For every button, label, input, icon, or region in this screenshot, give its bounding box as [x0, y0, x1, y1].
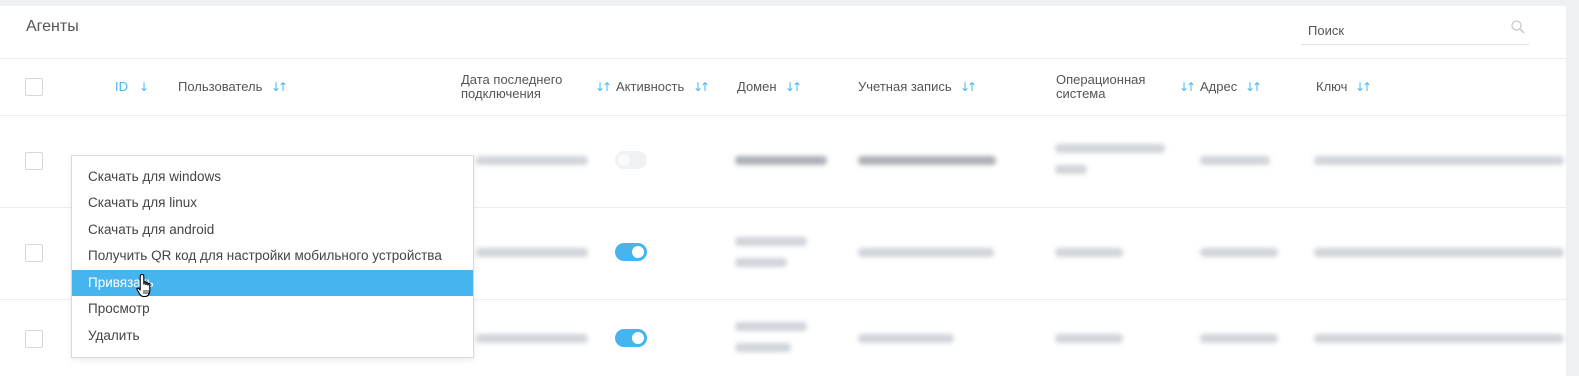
column-header-label: Ключ	[1316, 79, 1348, 94]
menu-item-get-qr-code[interactable]: Получить QR код для настройки мобильного…	[72, 243, 473, 269]
sort-toggle-icon[interactable]: ↓↑	[1245, 80, 1262, 94]
redacted-os	[1055, 165, 1087, 174]
divider	[0, 58, 1566, 59]
column-header-label: Учетная запись	[858, 79, 952, 94]
page-title: Агенты	[26, 18, 79, 35]
sort-desc-icon[interactable]: ↓	[139, 80, 149, 94]
redacted-account	[858, 334, 954, 343]
hand-pointer-icon	[136, 273, 151, 298]
column-header-label: Дата последнего	[461, 72, 563, 87]
sort-toggle-icon[interactable]: ↓↑	[693, 80, 710, 94]
redacted-address	[1200, 248, 1278, 257]
right-gutter	[1566, 0, 1579, 376]
redacted-key	[1314, 248, 1564, 257]
redacted-last-connection	[476, 156, 588, 165]
column-header-label: Адрес	[1200, 79, 1238, 94]
redacted-last-connection	[476, 334, 588, 343]
row-checkbox[interactable]	[25, 244, 43, 262]
redacted-key	[1314, 334, 1564, 343]
redacted-domain	[735, 343, 791, 352]
search-icon[interactable]	[1510, 19, 1526, 35]
column-header-label: система	[1056, 86, 1106, 101]
agent-context-menu: Скачать для windows Скачать для linux Ск…	[71, 155, 474, 358]
column-header-label: подключения	[461, 86, 541, 101]
column-header-label: Домен	[737, 79, 777, 94]
sort-toggle-icon[interactable]: ↓↑	[271, 80, 288, 94]
sort-toggle-icon[interactable]: ↓↑	[1355, 80, 1372, 94]
menu-item-download-windows[interactable]: Скачать для windows	[72, 164, 473, 190]
redacted-domain	[735, 258, 787, 267]
redacted-os	[1055, 144, 1165, 153]
row-checkbox[interactable]	[25, 152, 43, 170]
sort-toggle-icon[interactable]: ↓↑	[960, 80, 977, 94]
redacted-os	[1055, 334, 1123, 343]
redacted-key	[1314, 156, 1564, 165]
menu-item-delete[interactable]: Удалить	[72, 323, 473, 349]
search-box	[1301, 15, 1529, 45]
sort-toggle-icon[interactable]: ↓↑	[1179, 80, 1196, 94]
redacted-last-connection	[476, 248, 588, 257]
redacted-domain	[735, 322, 807, 331]
redacted-account	[858, 248, 994, 257]
activity-toggle[interactable]	[615, 243, 647, 261]
column-header-label: ID	[115, 79, 128, 94]
redacted-domain	[735, 237, 807, 246]
redacted-address	[1200, 334, 1278, 343]
activity-toggle[interactable]	[615, 329, 647, 347]
menu-item-download-linux[interactable]: Скачать для linux	[72, 190, 473, 216]
redacted-address	[1200, 156, 1270, 165]
column-header-label: Активность	[616, 79, 685, 94]
redacted-account	[858, 156, 996, 165]
sort-toggle-icon[interactable]: ↓↑	[595, 80, 612, 94]
menu-item-download-android[interactable]: Скачать для android	[72, 217, 473, 243]
column-header-label: Операционная	[1056, 72, 1146, 87]
divider	[0, 115, 1566, 116]
sort-toggle-icon[interactable]: ↓↑	[785, 80, 802, 94]
activity-toggle[interactable]	[615, 151, 647, 169]
redacted-domain	[735, 156, 827, 165]
column-header-label: Пользователь	[178, 79, 263, 94]
select-all-checkbox[interactable]	[25, 78, 43, 96]
menu-item-view[interactable]: Просмотр	[72, 296, 473, 322]
menu-item-bind[interactable]: Привязать	[72, 270, 473, 296]
row-checkbox[interactable]	[25, 330, 43, 348]
search-input[interactable]	[1308, 19, 1498, 41]
redacted-os	[1055, 248, 1123, 257]
